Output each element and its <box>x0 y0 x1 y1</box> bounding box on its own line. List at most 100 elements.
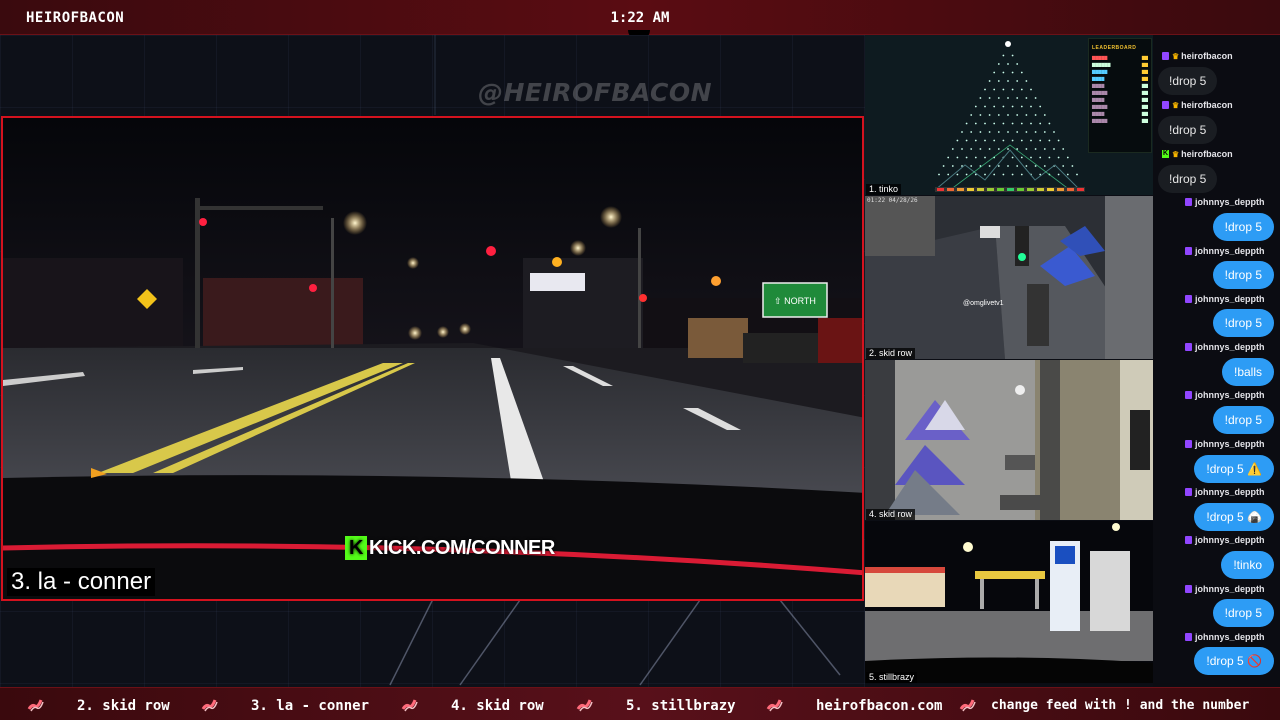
plinko-peg <box>1034 97 1037 99</box>
skid-row-tents-video <box>865 360 1153 520</box>
plinko-peg <box>988 80 991 82</box>
plinko-peg <box>1007 148 1009 150</box>
chat-message: !drop 5 <box>1158 67 1218 95</box>
plinko-peg <box>1030 139 1032 142</box>
plinko-peg <box>988 165 991 167</box>
leaderboard-row: ▇▇▇▇▇ ▇▇ <box>1092 104 1148 109</box>
chat-username: ♛ heirofbacon <box>1162 51 1233 61</box>
chat-message: !drop 5 🍙 <box>1194 503 1274 531</box>
ticker-item: change feed with ! and the number <box>991 698 1250 713</box>
ticker-item: 5. stillbrazy <box>626 698 736 714</box>
plinko-peg <box>1039 139 1042 142</box>
plinko-peg <box>1020 122 1023 125</box>
chat-username: johnnys_deppth <box>1185 342 1265 352</box>
plinko-peg <box>1043 165 1046 167</box>
main-feed-label: 3. la - conner <box>7 568 156 596</box>
twitch-icon <box>1185 295 1192 303</box>
bacon-icon <box>959 699 976 712</box>
leaderboard-row: ▇▇▇▇ ▇▇ <box>1092 76 1148 81</box>
plinko-peg <box>1062 148 1065 150</box>
bacon-icon <box>576 699 593 712</box>
plinko-peg <box>1016 165 1019 167</box>
plinko-peg <box>1025 148 1028 150</box>
plinko-peg <box>1039 122 1042 125</box>
twitch-icon <box>1185 585 1192 593</box>
plinko-peg <box>1025 80 1028 82</box>
plinko-peg <box>1007 80 1009 82</box>
leaderboard-row: ▇▇▇▇▇ ▇▇ <box>1092 90 1148 95</box>
plinko-peg <box>997 131 1000 133</box>
side-feed-2-timestamp: 01:22 04/28/26 <box>867 197 918 204</box>
plinko-peg <box>974 122 977 125</box>
plinko-peg <box>984 105 986 108</box>
leaderboard-row: ▇▇▇▇▇▇ ▇▇ <box>1092 62 1148 67</box>
plinko-peg <box>965 139 968 142</box>
leaderboard-row: ▇▇▇▇ ▇▇ <box>1092 83 1148 88</box>
ticker-item: 2. skid row <box>77 698 170 714</box>
skid-row-street-video <box>865 196 1153 359</box>
crown-icon: ♛ <box>1172 51 1180 61</box>
plinko-slot <box>977 188 984 191</box>
channel-name: HEIROFBACON <box>26 10 125 26</box>
plinko-peg <box>979 148 982 150</box>
bacon-icon <box>401 699 418 712</box>
plinko-peg <box>1007 63 1009 65</box>
plinko-peg <box>942 165 945 167</box>
plinko-peg <box>956 156 959 159</box>
chat-message: !drop 5 <box>1212 406 1274 434</box>
leaderboard-title: LEADERBOARD <box>1092 45 1137 51</box>
side-feed-2[interactable]: 01:22 04/28/26 @omglivetv1 2. skid row <box>865 196 1153 359</box>
plinko-slot <box>1057 188 1064 191</box>
plinko-peg <box>1057 139 1060 142</box>
twitch-icon <box>1162 52 1169 60</box>
main-feed[interactable]: ⇧ NORTH K KICK.COM/CONNER 3. la - conner <box>1 116 864 601</box>
chat-username: johnnys_deppth <box>1185 246 1265 256</box>
plinko-peg <box>1034 131 1037 133</box>
plinko-peg <box>1025 131 1028 133</box>
plinko-peg <box>1034 165 1037 167</box>
chat-username: johnnys_deppth <box>1185 197 1265 207</box>
plinko-peg <box>1025 165 1028 167</box>
twitch-icon <box>1185 391 1192 399</box>
leaderboard: LEADERBOARD ▇▇▇▇▇ ▇▇ ▇▇▇▇▇▇ ▇▇ ▇▇▇▇▇ ▇▇ ▇▇▇… <box>1088 38 1152 153</box>
side-feed-3[interactable]: 4. skid row <box>865 360 1153 520</box>
plinko-peg <box>1007 131 1009 133</box>
plinko-slot <box>1047 188 1054 191</box>
plinko-peg <box>965 122 968 125</box>
chat-message: !drop 5 <box>1212 309 1274 337</box>
plinko-peg <box>970 165 973 167</box>
chat-username: johnnys_deppth <box>1185 535 1265 545</box>
leaderboard-row: ▇▇▇▇ ▇▇ <box>1092 97 1148 102</box>
plinko-slot <box>997 188 1004 191</box>
plinko-peg <box>1002 173 1005 176</box>
chat-username: ♛ heirofbacon <box>1162 100 1233 110</box>
plinko-peg <box>997 114 1000 116</box>
twitch-icon <box>1185 488 1192 496</box>
plinko-peg <box>1039 156 1042 159</box>
plinko-peg <box>997 80 1000 82</box>
plinko-peg <box>965 173 968 176</box>
plinko-peg <box>988 97 991 99</box>
plinko-peg <box>1007 114 1009 116</box>
bacon-icon <box>27 699 44 712</box>
svg-text:⇧ NORTH: ⇧ NORTH <box>774 296 816 306</box>
twitch-icon <box>1185 198 1192 206</box>
plinko-peg <box>1016 114 1019 116</box>
leaderboard-row: ▇▇▇▇▇ ▇▇ <box>1092 118 1148 123</box>
plinko-peg <box>1048 156 1051 159</box>
plinko-peg <box>1016 131 1019 133</box>
plinko-peg <box>984 88 986 91</box>
plinko-peg <box>979 97 982 99</box>
chat-message: !balls <box>1221 358 1274 386</box>
plinko-peg <box>997 97 1000 99</box>
side-feed-4[interactable]: 5. stillbrazy <box>865 521 1153 683</box>
plinko-peg <box>947 156 950 159</box>
plinko-slot <box>1027 188 1034 191</box>
plinko-peg <box>1011 122 1014 125</box>
ticker-item: heirofbacon.com <box>816 698 943 714</box>
plinko-peg <box>1053 148 1055 150</box>
plinko-peg <box>1030 156 1032 159</box>
chat-message: !drop 5 <box>1158 165 1218 193</box>
plinko-peg <box>993 122 996 125</box>
kick-logo-icon: K <box>345 536 367 560</box>
